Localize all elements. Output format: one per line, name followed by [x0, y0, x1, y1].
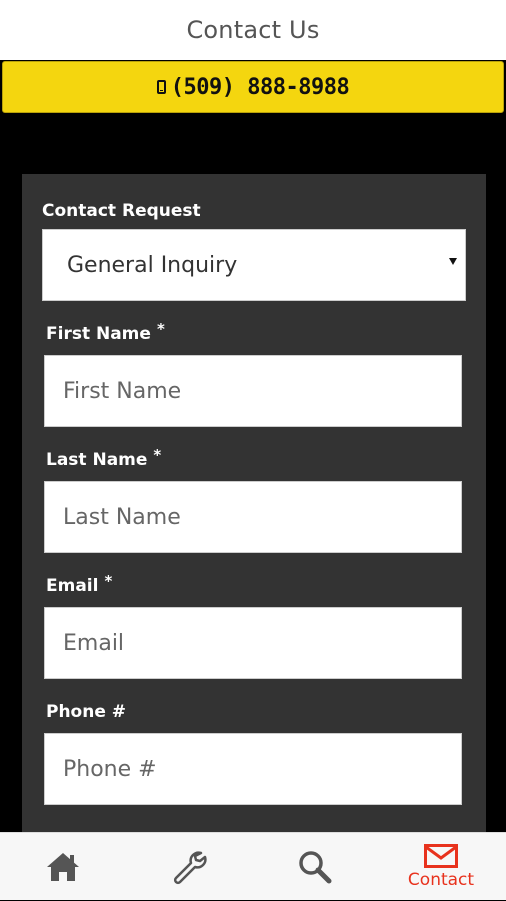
last-name-label: Last Name * [46, 446, 161, 470]
contact-request-select[interactable]: General Inquiry [42, 229, 466, 301]
search-icon [299, 851, 332, 884]
nav-item-contact[interactable]: Contact [378, 833, 504, 901]
first-name-input[interactable] [44, 355, 462, 427]
envelope-icon [424, 844, 458, 868]
nav-item-search[interactable] [252, 833, 378, 901]
phone-number-label: (509) 888-8988 [170, 74, 350, 100]
first-name-label-text: First Name [46, 324, 151, 344]
phone-label-text: Phone # [46, 702, 127, 722]
email-label: Email * [46, 572, 112, 596]
last-name-label-text: Last Name [46, 450, 148, 470]
mobile-phone-icon [156, 80, 166, 94]
contact-request-selected-value: General Inquiry [67, 252, 238, 278]
home-icon [47, 853, 79, 881]
nav-item-home[interactable] [0, 833, 126, 901]
first-name-label: First Name * [46, 320, 165, 344]
required-asterisk: * [104, 572, 113, 590]
bottom-navigation: Contact [0, 832, 506, 900]
contact-form: Contact Request General Inquiry First Na… [22, 174, 486, 900]
nav-item-services[interactable] [126, 833, 252, 901]
contact-request-label-text: Contact Request [42, 201, 201, 221]
nav-item-contact-label: Contact [407, 870, 475, 890]
email-input[interactable] [44, 607, 462, 679]
call-phone-button[interactable]: (509) 888-8988 [2, 61, 504, 113]
phone-input[interactable] [44, 733, 462, 805]
required-asterisk: * [153, 446, 162, 464]
phone-label: Phone # [46, 702, 126, 722]
caret-down-icon [449, 258, 457, 265]
last-name-input[interactable] [44, 481, 462, 553]
required-asterisk: * [156, 320, 165, 338]
wrench-icon [173, 851, 207, 885]
email-label-text: Email [46, 576, 99, 596]
app-header: Contact Us [0, 0, 506, 60]
page-title: Contact Us [186, 16, 320, 44]
contact-request-label: Contact Request [42, 201, 201, 221]
